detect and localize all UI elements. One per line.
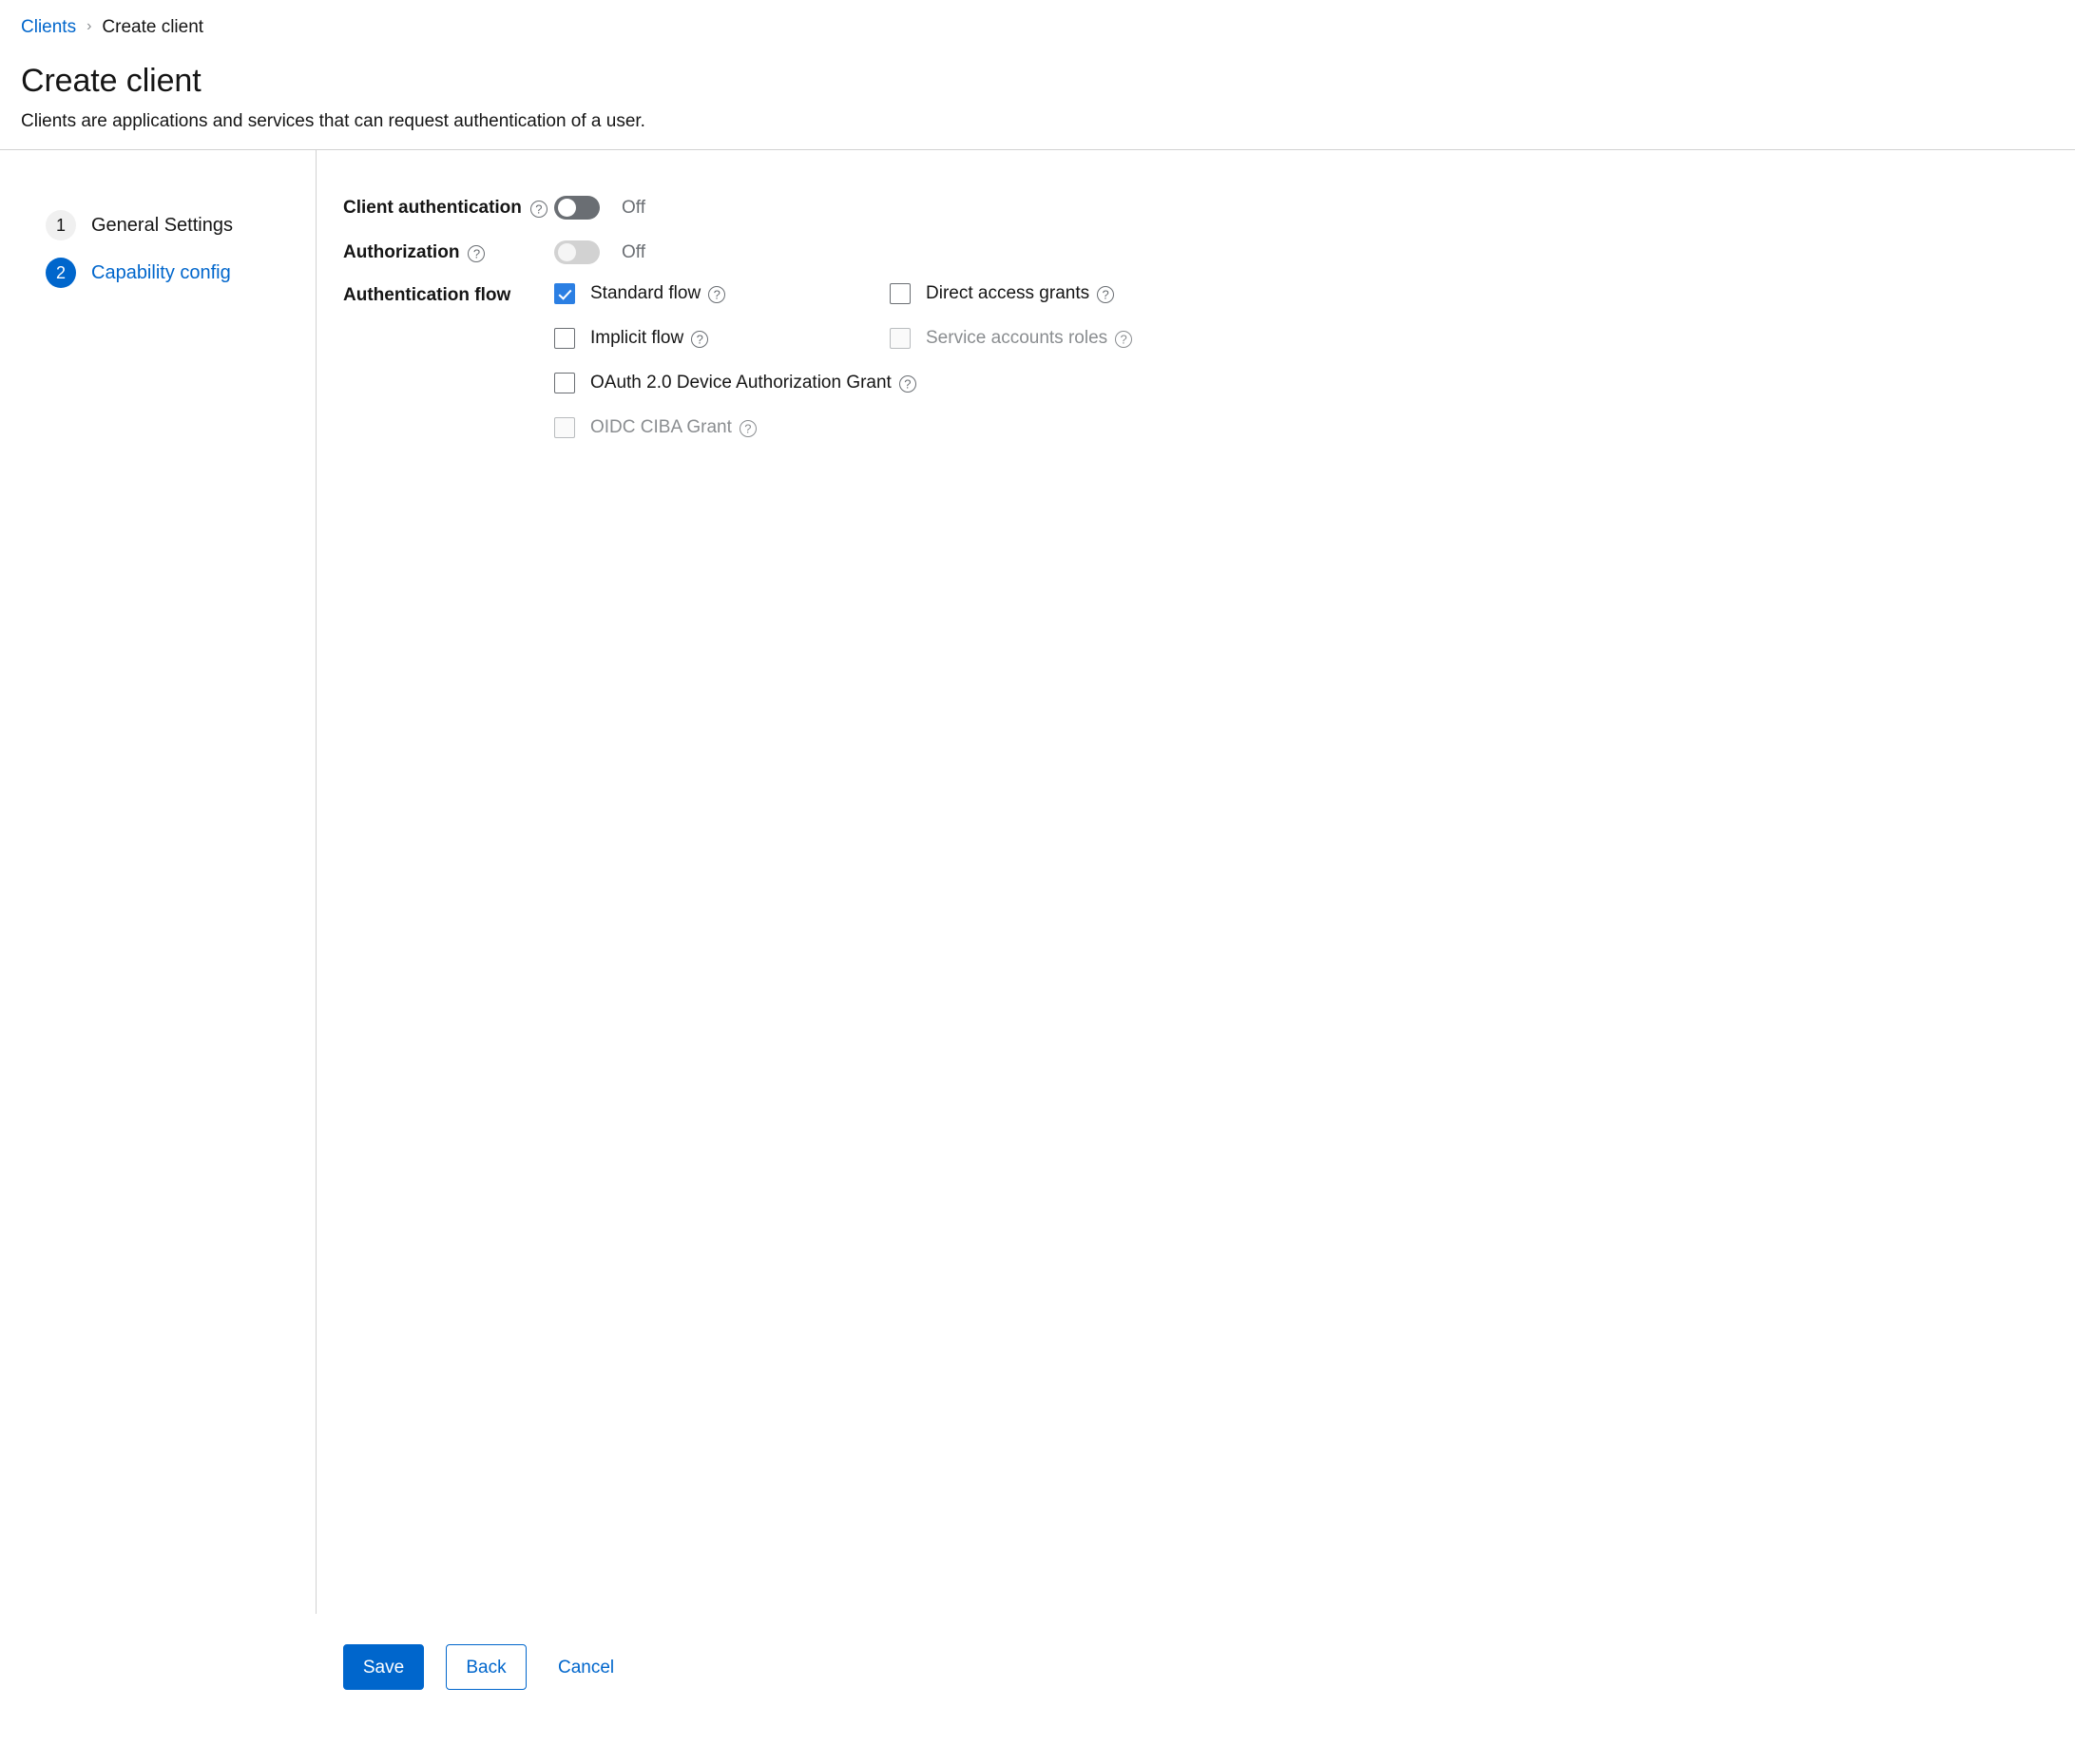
field-authorization: Authorization ? Off [343,240,2075,264]
checkbox-label: Standard flow [590,283,701,303]
page-subtitle: Clients are applications and services th… [21,111,645,132]
step-number-badge: 1 [46,210,76,240]
checkbox-row: OIDC CIBA Grant ? [554,417,1132,438]
help-circle-icon[interactable]: ? [898,375,916,393]
client-authentication-toggle-wrap: Off [554,196,645,220]
checkbox-direct-access-grants[interactable]: Direct access grants ? [890,283,1115,304]
help-circle-icon[interactable]: ? [529,201,548,218]
wizard-step-label: General Settings [91,214,233,236]
help-circle-icon[interactable]: ? [1115,331,1133,348]
checkbox-row: Implicit flow ? Service accounts roles ? [554,328,1133,349]
field-client-authentication: Client authentication ? Off [343,196,2075,220]
checkbox-oidc-ciba-grant: OIDC CIBA Grant ? [554,417,890,438]
checkbox-label: OIDC CIBA Grant [590,417,732,437]
authorization-state: Off [622,241,645,262]
checkbox-label: Service accounts roles [926,328,1108,348]
checkbox-box[interactable] [554,373,575,393]
authentication-flow-options: Standard flow ? Direct access grants ? I… [554,283,1133,438]
authorization-toggle-wrap: Off [554,240,645,264]
breadcrumb-current: Create client [102,17,204,37]
checkbox-row: OAuth 2.0 Device Authorization Grant ? [554,373,1132,393]
cancel-button[interactable]: Cancel [543,1644,629,1690]
toggle-knob [557,199,576,217]
breadcrumb: Clients › Create client [21,15,2048,41]
checkbox-box[interactable] [554,328,575,349]
wizard: 1 General Settings 2 Capability config C… [0,150,2075,1764]
toggle-knob [557,243,576,261]
back-button[interactable]: Back [446,1644,527,1690]
wizard-step-general-settings[interactable]: 1 General Settings [0,201,316,249]
checkbox-box [554,417,575,438]
checkbox-label: Direct access grants [926,283,1090,303]
step-number-badge: 2 [46,258,76,288]
checkbox-service-accounts-roles: Service accounts roles ? [890,328,1133,349]
authorization-toggle [554,240,600,264]
checkbox-box[interactable] [890,283,911,304]
wizard-footer: Save Back Cancel [343,1644,629,1690]
help-circle-icon[interactable]: ? [468,245,486,262]
field-authentication-flow: Authentication flow Standard flow ? Dire… [343,283,2075,438]
checkbox-oauth-device-authorization-grant[interactable]: OAuth 2.0 Device Authorization Grant ? [554,373,916,393]
capability-config-form: Client authentication ? Off Authorizatio… [317,150,2075,438]
wizard-nav: 1 General Settings 2 Capability config [0,150,317,1614]
help-circle-icon[interactable]: ? [739,420,757,437]
page-title: Create client [21,62,202,99]
client-authentication-state: Off [622,197,645,218]
checkbox-implicit-flow[interactable]: Implicit flow ? [554,328,890,349]
authentication-flow-label: Authentication flow [343,285,511,305]
client-authentication-toggle[interactable] [554,196,600,220]
checkbox-standard-flow[interactable]: Standard flow ? [554,283,890,304]
wizard-step-capability-config[interactable]: 2 Capability config [0,249,316,297]
breadcrumb-link-clients[interactable]: Clients [21,15,76,41]
checkbox-row: Standard flow ? Direct access grants ? [554,283,1132,304]
checkbox-label: Implicit flow [590,328,684,348]
save-button[interactable]: Save [343,1644,424,1690]
checkbox-box [890,328,911,349]
wizard-main: Client authentication ? Off Authorizatio… [317,150,2075,1764]
help-circle-icon[interactable]: ? [691,331,709,348]
authorization-label: Authorization [343,242,460,262]
help-circle-icon[interactable]: ? [708,286,726,303]
checkbox-box[interactable] [554,283,575,304]
field-label-wrapper: Authorization ? [343,240,554,263]
page-header: Clients › Create client Create client Cl… [0,0,2075,150]
client-authentication-label: Client authentication [343,198,522,218]
help-circle-icon[interactable]: ? [1097,286,1115,303]
checkbox-label: OAuth 2.0 Device Authorization Grant [590,373,892,393]
breadcrumb-chevron-right-icon: › [86,18,92,35]
wizard-step-label: Capability config [91,261,231,283]
authentication-flow-label-wrapper: Authentication flow [343,283,554,306]
field-label-wrapper: Client authentication ? [343,196,554,219]
